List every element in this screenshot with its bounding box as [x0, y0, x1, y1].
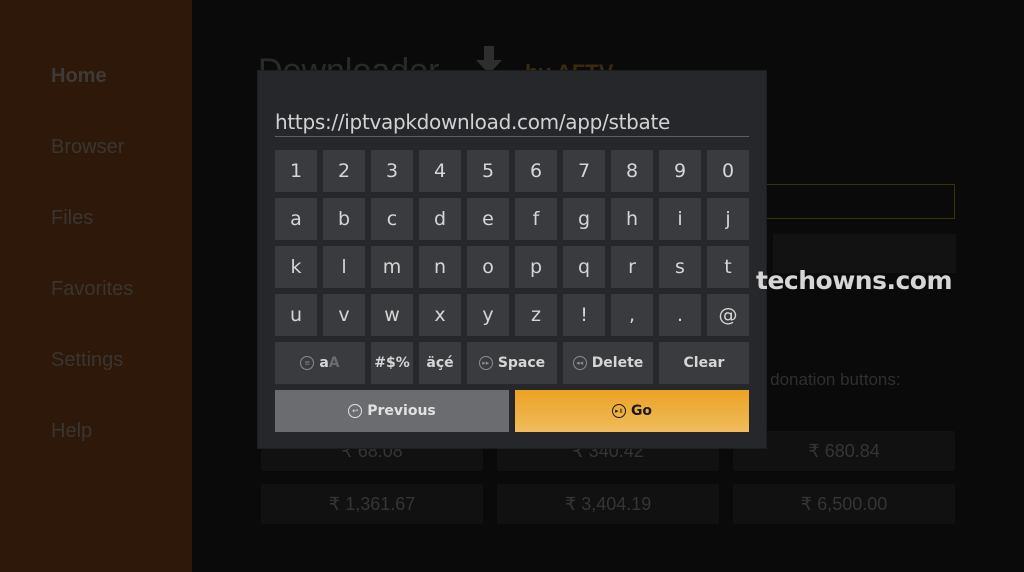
key-button[interactable]: c	[371, 198, 413, 240]
key-button[interactable]: g	[563, 198, 605, 240]
key-button[interactable]: 4	[419, 150, 461, 192]
key-button[interactable]: n	[419, 246, 461, 288]
key-button[interactable]: r	[611, 246, 653, 288]
key-button[interactable]: 0	[707, 150, 749, 192]
accents-button[interactable]: äçé	[419, 342, 461, 384]
key-button[interactable]: o	[467, 246, 509, 288]
key-button[interactable]: 7	[563, 150, 605, 192]
go-label: Go	[630, 403, 653, 419]
case-toggle-button[interactable]: ≡ aA	[275, 342, 365, 384]
sidebar-item-help[interactable]: Help	[51, 420, 92, 443]
sidebar-item-settings[interactable]: Settings	[51, 349, 123, 372]
sidebar-item-files[interactable]: Files	[51, 207, 93, 230]
key-button[interactable]: v	[323, 294, 365, 336]
delete-button[interactable]: ◂◂ Delete	[563, 342, 653, 384]
key-button[interactable]: !	[563, 294, 605, 336]
key-button[interactable]: d	[419, 198, 461, 240]
key-button[interactable]: z	[515, 294, 557, 336]
key-button[interactable]: 3	[371, 150, 413, 192]
previous-button[interactable]: ↩ Previous	[275, 390, 509, 432]
key-button[interactable]: j	[707, 198, 749, 240]
watermark: techowns.com	[756, 266, 953, 295]
go-button[interactable]: ▸॥ Go	[515, 390, 749, 432]
symbols-button[interactable]: #$%	[371, 342, 413, 384]
key-button[interactable]: @	[707, 294, 749, 336]
key-button[interactable]: s	[659, 246, 701, 288]
donation-button[interactable]: ₹ 6,500.00	[733, 484, 955, 524]
key-button[interactable]: l	[323, 246, 365, 288]
back-icon: ↩	[348, 404, 363, 418]
url-input[interactable]: https://iptvapkdownload.com/app/stbate	[275, 108, 749, 137]
key-button[interactable]: y	[467, 294, 509, 336]
sidebar-item-browser[interactable]: Browser	[51, 136, 124, 159]
fast-forward-icon: ▸▸	[478, 356, 493, 370]
key-button[interactable]: h	[611, 198, 653, 240]
delete-label: Delete	[591, 355, 644, 371]
key-button[interactable]: q	[563, 246, 605, 288]
play-pause-icon: ▸॥	[611, 404, 626, 418]
clear-button[interactable]: Clear	[659, 342, 749, 384]
key-button[interactable]: 9	[659, 150, 701, 192]
space-label: Space	[497, 355, 546, 371]
key-button[interactable]: i	[659, 198, 701, 240]
key-button[interactable]: b	[323, 198, 365, 240]
case-toggle-label: aA	[319, 355, 339, 371]
key-button[interactable]: f	[515, 198, 557, 240]
donation-button[interactable]: ₹ 1,361.67	[261, 484, 483, 524]
space-button[interactable]: ▸▸ Space	[467, 342, 557, 384]
key-button[interactable]: 2	[323, 150, 365, 192]
key-button[interactable]: t	[707, 246, 749, 288]
key-button[interactable]: a	[275, 198, 317, 240]
key-button[interactable]: 5	[467, 150, 509, 192]
uppercase-label: A	[328, 355, 340, 371]
key-button[interactable]: k	[275, 246, 317, 288]
menu-icon: ≡	[300, 356, 315, 370]
key-button[interactable]: p	[515, 246, 557, 288]
previous-label: Previous	[367, 403, 436, 419]
sidebar-item-home[interactable]: Home	[51, 65, 107, 88]
key-button[interactable]: 1	[275, 150, 317, 192]
lowercase-label: a	[319, 355, 329, 371]
key-button[interactable]: 8	[611, 150, 653, 192]
donation-button[interactable]: ₹ 680.84	[733, 431, 955, 471]
sidebar-item-favorites[interactable]: Favorites	[51, 278, 133, 301]
key-button[interactable]: m	[371, 246, 413, 288]
key-button[interactable]: 6	[515, 150, 557, 192]
rewind-icon: ◂◂	[572, 356, 587, 370]
key-button[interactable]: w	[371, 294, 413, 336]
key-button[interactable]: .	[659, 294, 701, 336]
key-button[interactable]: u	[275, 294, 317, 336]
key-button[interactable]: x	[419, 294, 461, 336]
donation-button[interactable]: ₹ 3,404.19	[497, 484, 719, 524]
key-button[interactable]: e	[467, 198, 509, 240]
sidebar: Home Browser Files Favorites Settings He…	[0, 0, 192, 572]
key-button[interactable]: ,	[611, 294, 653, 336]
